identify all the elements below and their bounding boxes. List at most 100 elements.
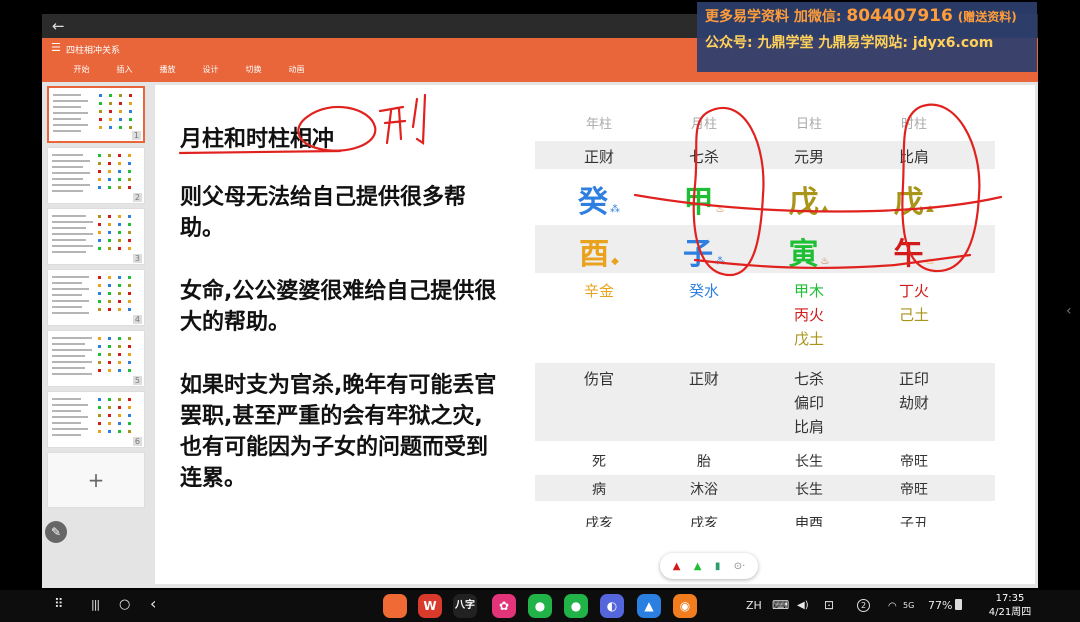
thumbnail-line [52,428,88,430]
thumbnail-line [53,106,81,108]
hidden-stem: 丙火 [793,306,824,324]
thumbnail-dot [118,422,121,425]
thumbnail-dot [108,292,111,295]
workspace: 1 2 3 4 5 6 + ✎ 月柱和时柱相冲 则父母无法给自己提供很多帮助。 … [42,82,1038,588]
thumbnail-line [52,367,85,369]
keyboard-icon[interactable]: ⌨ [772,597,789,613]
thumbnail-dot [128,422,131,425]
hidden-stem: 甲木 [793,282,824,300]
thumbnail-line [52,215,86,217]
hidden-stem: 戊土 [793,330,824,348]
app-grid-icon[interactable]: ⠿ [54,597,64,613]
app-icon-wechat-2[interactable]: ● [564,594,588,618]
thumbnail-dot [118,361,121,364]
bazi-chart: 年柱 月柱 日柱 时柱 正财 七杀 元男 比肩 癸⁂ 甲♨ 戊⛰ 戊⛰ [535,113,995,583]
slide-paragraph-1: 则父母无法给自己提供很多帮助。 [180,185,467,241]
fire-icon: ♨ [715,204,725,215]
tab-design[interactable]: 设计 [189,64,232,75]
eraser-icon[interactable]: ▮ [715,561,721,572]
volume-icon[interactable]: ◀) [797,598,809,614]
thumbnail-line [52,306,82,308]
slide-number: 5 [132,376,142,385]
thumbnail-dot [128,154,131,157]
slide-thumbnail-3[interactable]: 3 [47,208,145,265]
fire-icon: ♨ [820,256,830,267]
tab-play[interactable]: 播放 [146,64,189,75]
thumbnail-dot [108,223,111,226]
app-icon-bazi[interactable]: 八字 [453,594,477,618]
slide-thumbnail-5[interactable]: 5 [47,330,145,387]
thumbnail-line [52,434,81,436]
thumbnail-dot [108,239,111,242]
thumbnail-dot [119,94,122,97]
menu-icon[interactable]: ☰ [51,42,61,54]
thumbnail-dot [119,110,122,113]
hidden-gods-month: 正财 [652,367,756,391]
thumbnail-line [52,300,89,302]
life-stage: 病 [592,482,606,498]
thumbnail-dot [98,361,101,364]
thumbnail-dot [98,300,101,303]
handwritten-xing: 刑 [381,133,382,136]
app-icon-mountain[interactable]: ▲ [637,594,661,618]
tab-transition[interactable]: 切换 [232,64,275,75]
thumbnail-dot [129,126,132,129]
tab-animation[interactable]: 动画 [275,64,318,75]
hidden-gods-hour: 正印 劫财 [862,367,966,415]
thumbnail-dot [108,284,111,287]
add-slide-button[interactable]: + [47,452,145,508]
thumbnail-dot [99,102,102,105]
recent-apps-icon[interactable]: ||| [91,597,100,613]
app-icon-weibo[interactable]: ◉ [673,594,697,618]
hidden-stem: 己土 [898,306,929,324]
slide-thumbnail-1[interactable]: 1 [47,86,145,143]
thumbnail-dot [108,178,111,181]
thumbnail-dot [108,337,111,340]
slide-thumbnail-4[interactable]: 4 [47,269,145,326]
thumbnail-dot [108,353,111,356]
more-icon[interactable]: ⊙· [734,561,746,572]
slide-number: 3 [132,254,142,263]
app-icon-planet[interactable]: ◐ [600,594,624,618]
thumbnail-dot [118,247,121,250]
thumbnail-line [52,343,85,345]
app-icon-orange[interactable] [383,594,407,618]
marker-icon[interactable]: ▲ [673,561,681,572]
notification-badge[interactable]: 2 [857,599,870,612]
earthly-branches-row: 酉 ◆ 子 ⁂ 寅 ♨ 午 ♨ [535,225,995,273]
kongwang: 戌亥 [690,516,718,527]
slide-thumbnail-6[interactable]: 6 [47,391,145,448]
screenshot-icon[interactable]: ⊡ [824,597,834,613]
ten-god-year: 正财 [583,148,614,166]
home-icon[interactable]: ○ [119,597,130,613]
thumbnail-dot [108,186,111,189]
slide-title: 月柱和时柱相冲 [180,121,334,153]
thumbnail-dot [99,110,102,113]
branch-char: 午 [893,237,924,272]
life-stage: 长生 [795,454,823,470]
tab-insert[interactable]: 插入 [103,64,146,75]
life-stage: 帝旺 [900,482,928,498]
highlighter-icon[interactable]: ▲ [694,561,702,572]
thumbnail-dot [108,170,111,173]
thumbnail-dot [118,231,121,234]
nav-back-icon[interactable]: ‹ [150,596,156,612]
thumbnail-dot [98,215,101,218]
slide-thumbnail-2[interactable]: 2 [47,147,145,204]
back-arrow-icon[interactable]: ← [52,16,65,36]
pen-tool-icon[interactable]: ✎ [45,521,67,543]
thumbnail-dot [128,215,131,218]
thumbnail-dot [128,292,131,295]
thumbnail-dot [128,308,131,311]
app-icon-wps[interactable]: W [418,594,442,618]
thumbnail-dot [109,102,112,105]
thumbnail-line [53,112,88,114]
input-language[interactable]: ZH [746,598,762,614]
side-panel-arrow-icon[interactable]: ‹ [1066,303,1072,319]
thumbnail-dot [98,247,101,250]
system-taskbar: ⠿ ||| ○ ‹ W 八字 ✿ ● ● ◐ ▲ ◉ ZH ⌨ ◀) ⊡ 2 ◠… [0,590,1080,622]
app-icon-wechat[interactable]: ● [528,594,552,618]
app-icon-flower[interactable]: ✿ [492,594,516,618]
tab-home[interactable]: 开始 [60,64,103,75]
thumbnail-dot [109,110,112,113]
